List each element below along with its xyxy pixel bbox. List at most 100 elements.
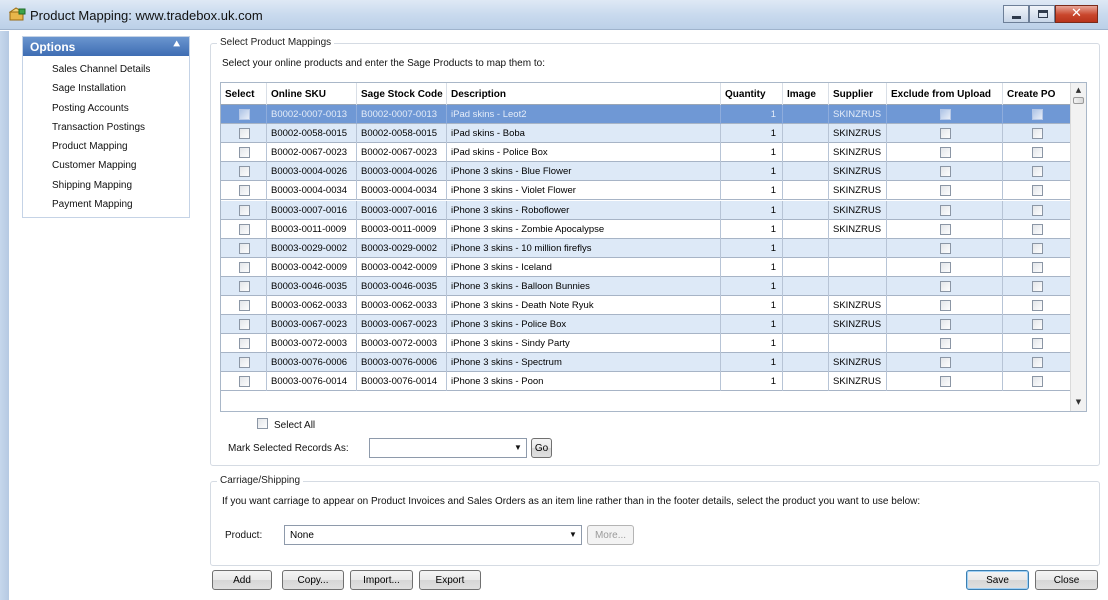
create-po-checkbox[interactable]	[1032, 376, 1043, 388]
cell-sku[interactable]: B0003-0004-0034	[267, 181, 357, 201]
create-po-checkbox[interactable]	[1032, 166, 1043, 178]
cell-image[interactable]	[783, 296, 829, 315]
cell-sku[interactable]: B0003-0046-0035	[267, 276, 357, 296]
exclude-from-upload-checkbox[interactable]	[940, 261, 951, 273]
close-window-button[interactable]: ✕	[1055, 5, 1098, 23]
cell-supplier[interactable]	[829, 334, 887, 354]
option-sales-channel-details[interactable]: Sales Channel Details	[23, 64, 189, 83]
create-po-checkbox[interactable]	[1032, 147, 1043, 159]
carriage-product-select[interactable]: None ▼	[284, 525, 582, 545]
cell-qty[interactable]: 1	[721, 372, 783, 392]
cell-sku[interactable]: B0002-0067-0023	[267, 143, 357, 163]
cell-sku[interactable]: B0003-0076-0006	[267, 353, 357, 373]
import-button[interactable]: Import...	[350, 570, 413, 590]
collapse-chevron-icon[interactable]: ⯅	[172, 39, 181, 52]
table-row[interactable]: B0002-0058-0015 B0002-0058-0015 iPad skins…	[221, 124, 1071, 144]
cell-image[interactable]	[783, 315, 829, 335]
cell-image[interactable]	[783, 238, 829, 258]
minimize-button[interactable]	[1003, 5, 1029, 23]
column-header-quantity[interactable]: Quantity	[721, 83, 783, 105]
exclude-from-upload-checkbox[interactable]	[940, 166, 951, 178]
option-shipping-mapping[interactable]: Shipping Mapping	[23, 180, 189, 199]
cell-sku[interactable]: B0003-0007-0016	[267, 200, 357, 220]
row-select-checkbox[interactable]	[239, 261, 250, 273]
cell-supplier[interactable]: SKINZRUS	[829, 353, 887, 373]
column-header-image[interactable]: Image	[783, 83, 829, 105]
close-button[interactable]: Close	[1035, 570, 1098, 590]
cell-image[interactable]	[783, 143, 829, 163]
cell-desc[interactable]: iPhone 3 skins - Poon	[447, 372, 721, 392]
cell-stock[interactable]: B0003-0011-0009	[357, 219, 447, 239]
cell-stock[interactable]: B0003-0004-0026	[357, 162, 447, 182]
column-header-create-po[interactable]: Create PO	[1003, 83, 1071, 105]
exclude-from-upload-checkbox[interactable]	[940, 319, 951, 331]
cell-image[interactable]	[783, 200, 829, 220]
cell-stock[interactable]: B0003-0076-0014	[357, 372, 447, 392]
create-po-checkbox[interactable]	[1032, 280, 1043, 292]
create-po-checkbox[interactable]	[1032, 109, 1043, 120]
row-select-checkbox[interactable]	[239, 319, 250, 331]
table-row[interactable]: B0003-0011-0009 B0003-0011-0009 iPhone 3 s…	[221, 219, 1071, 239]
cell-supplier[interactable]: SKINZRUS	[829, 372, 887, 392]
column-header-select[interactable]: Select	[221, 83, 267, 105]
cell-qty[interactable]: 1	[721, 334, 783, 354]
cell-desc[interactable]: iPhone 3 skins - Sindy Party	[447, 334, 721, 354]
exclude-from-upload-checkbox[interactable]	[940, 338, 951, 350]
cell-sku[interactable]: B0003-0011-0009	[267, 219, 357, 239]
create-po-checkbox[interactable]	[1032, 128, 1043, 140]
cell-supplier[interactable]	[829, 257, 887, 277]
cell-stock[interactable]: B0002-0067-0023	[357, 143, 447, 163]
cell-desc[interactable]: iPad skins - Police Box	[447, 143, 721, 163]
create-po-checkbox[interactable]	[1032, 204, 1043, 216]
save-button[interactable]: Save	[966, 570, 1029, 590]
exclude-from-upload-checkbox[interactable]	[940, 376, 951, 388]
cell-desc[interactable]: iPhone 3 skins - Blue Flower	[447, 162, 721, 182]
cell-supplier[interactable]: SKINZRUS	[829, 162, 887, 182]
cell-supplier[interactable]: SKINZRUS	[829, 296, 887, 315]
cell-qty[interactable]: 1	[721, 219, 783, 239]
cell-image[interactable]	[783, 105, 829, 124]
cell-sku[interactable]: B0002-0058-0015	[267, 124, 357, 144]
cell-sku[interactable]: B0003-0062-0033	[267, 296, 357, 315]
export-button[interactable]: Export	[419, 570, 481, 590]
create-po-checkbox[interactable]	[1032, 338, 1043, 350]
cell-desc[interactable]: iPhone 3 skins - Death Note Ryuk	[447, 296, 721, 315]
cell-qty[interactable]: 1	[721, 124, 783, 144]
column-header-sage-stock-code[interactable]: Sage Stock Code	[357, 83, 447, 105]
cell-qty[interactable]: 1	[721, 143, 783, 163]
grid-vertical-scrollbar[interactable]: ▲ ▼	[1070, 83, 1086, 411]
cell-qty[interactable]: 1	[721, 257, 783, 277]
row-select-checkbox[interactable]	[239, 376, 250, 388]
cell-stock[interactable]: B0003-0004-0034	[357, 181, 447, 201]
cell-stock[interactable]: B0003-0067-0023	[357, 315, 447, 335]
exclude-from-upload-checkbox[interactable]	[940, 128, 951, 140]
exclude-from-upload-checkbox[interactable]	[940, 109, 951, 120]
cell-qty[interactable]: 1	[721, 181, 783, 201]
more-button[interactable]: More...	[587, 525, 634, 545]
row-select-checkbox[interactable]	[239, 147, 250, 159]
cell-image[interactable]	[783, 219, 829, 239]
cell-supplier[interactable]	[829, 276, 887, 296]
table-row[interactable]: B0003-0076-0014 B0003-0076-0014 iPhone 3 s…	[221, 372, 1071, 392]
cell-desc[interactable]: iPhone 3 skins - Roboflower	[447, 200, 721, 220]
exclude-from-upload-checkbox[interactable]	[940, 223, 951, 235]
table-row[interactable]: B0003-0062-0033 B0003-0062-0033 iPhone 3 s…	[221, 296, 1071, 315]
row-select-checkbox[interactable]	[239, 338, 250, 350]
exclude-from-upload-checkbox[interactable]	[940, 300, 951, 311]
cell-qty[interactable]: 1	[721, 105, 783, 124]
cell-qty[interactable]: 1	[721, 238, 783, 258]
row-select-checkbox[interactable]	[239, 300, 250, 311]
create-po-checkbox[interactable]	[1032, 185, 1043, 197]
create-po-checkbox[interactable]	[1032, 242, 1043, 254]
cell-desc[interactable]: iPad skins - Boba	[447, 124, 721, 144]
select-all-checkbox[interactable]	[257, 418, 268, 429]
table-row[interactable]: B0002-0067-0023 B0002-0067-0023 iPad skins…	[221, 143, 1071, 163]
cell-supplier[interactable]: SKINZRUS	[829, 181, 887, 201]
cell-supplier[interactable]: SKINZRUS	[829, 315, 887, 335]
maximize-button[interactable]	[1029, 5, 1055, 23]
option-product-mapping[interactable]: Product Mapping	[23, 141, 189, 160]
cell-sku[interactable]: B0003-0067-0023	[267, 315, 357, 335]
cell-desc[interactable]: iPhone 3 skins - Spectrum	[447, 353, 721, 373]
option-posting-accounts[interactable]: Posting Accounts	[23, 103, 189, 122]
column-header-description[interactable]: Description	[447, 83, 721, 105]
